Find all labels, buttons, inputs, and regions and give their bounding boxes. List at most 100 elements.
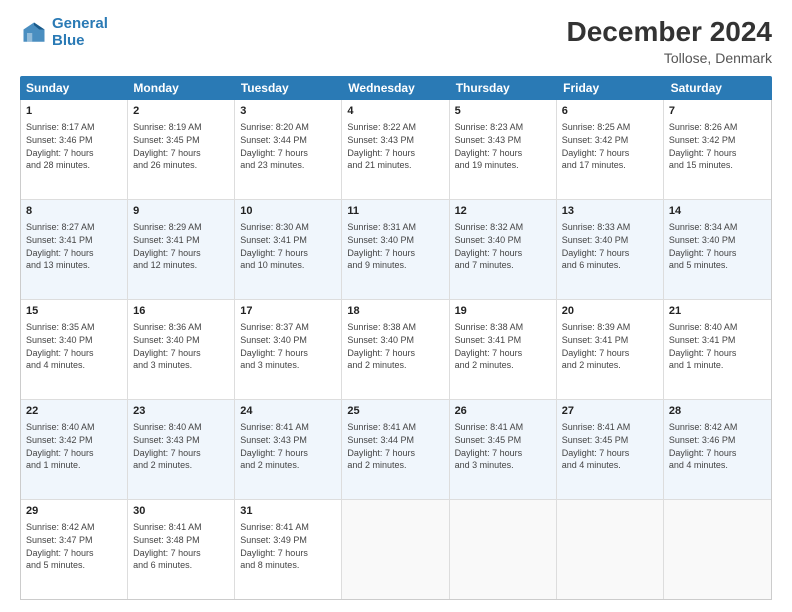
calendar-cell: 31Sunrise: 8:41 AMSunset: 3:49 PMDayligh… — [235, 500, 342, 599]
day-info-line: and 17 minutes. — [562, 159, 658, 172]
day-info-line: and 3 minutes. — [455, 459, 551, 472]
day-number: 26 — [455, 404, 551, 419]
day-info-line: Sunrise: 8:40 AM — [669, 321, 766, 334]
day-info-line: Sunrise: 8:19 AM — [133, 121, 229, 134]
day-info-line: Sunset: 3:42 PM — [562, 134, 658, 147]
day-info-line: Daylight: 7 hours — [455, 347, 551, 360]
calendar-cell: 8Sunrise: 8:27 AMSunset: 3:41 PMDaylight… — [21, 200, 128, 299]
day-info-line: Daylight: 7 hours — [26, 547, 122, 560]
day-info-line: Sunset: 3:48 PM — [133, 534, 229, 547]
location: Tollose, Denmark — [567, 50, 772, 66]
day-info-line: and 10 minutes. — [240, 259, 336, 272]
day-info-line: and 28 minutes. — [26, 159, 122, 172]
day-info-line: and 5 minutes. — [26, 559, 122, 572]
day-number: 30 — [133, 504, 229, 519]
day-info-line: Sunset: 3:47 PM — [26, 534, 122, 547]
day-info-line: and 19 minutes. — [455, 159, 551, 172]
calendar-cell: 29Sunrise: 8:42 AMSunset: 3:47 PMDayligh… — [21, 500, 128, 599]
day-info-line: and 2 minutes. — [347, 459, 443, 472]
day-info-line: Daylight: 7 hours — [347, 347, 443, 360]
calendar-row: 1Sunrise: 8:17 AMSunset: 3:46 PMDaylight… — [21, 100, 771, 200]
weekday-header: Saturday — [665, 76, 772, 100]
logo-text: General Blue — [52, 16, 108, 49]
calendar-body: 1Sunrise: 8:17 AMSunset: 3:46 PMDaylight… — [20, 100, 772, 600]
day-info-line: and 6 minutes. — [133, 559, 229, 572]
day-info-line: Sunset: 3:49 PM — [240, 534, 336, 547]
day-number: 15 — [26, 304, 122, 319]
calendar-cell: 10Sunrise: 8:30 AMSunset: 3:41 PMDayligh… — [235, 200, 342, 299]
calendar-cell — [342, 500, 449, 599]
calendar-cell: 20Sunrise: 8:39 AMSunset: 3:41 PMDayligh… — [557, 300, 664, 399]
day-info-line: Daylight: 7 hours — [669, 447, 766, 460]
calendar: SundayMondayTuesdayWednesdayThursdayFrid… — [20, 76, 772, 600]
day-info-line: and 3 minutes. — [133, 359, 229, 372]
day-info-line: and 2 minutes. — [347, 359, 443, 372]
month-title: December 2024 — [567, 16, 772, 48]
day-number: 7 — [669, 104, 766, 119]
day-info-line: Sunset: 3:40 PM — [669, 234, 766, 247]
calendar-cell: 6Sunrise: 8:25 AMSunset: 3:42 PMDaylight… — [557, 100, 664, 199]
calendar-cell: 25Sunrise: 8:41 AMSunset: 3:44 PMDayligh… — [342, 400, 449, 499]
day-info-line: Sunrise: 8:41 AM — [455, 421, 551, 434]
day-number: 28 — [669, 404, 766, 419]
calendar-row: 8Sunrise: 8:27 AMSunset: 3:41 PMDaylight… — [21, 200, 771, 300]
calendar-cell: 13Sunrise: 8:33 AMSunset: 3:40 PMDayligh… — [557, 200, 664, 299]
day-number: 17 — [240, 304, 336, 319]
day-info-line: Sunset: 3:40 PM — [347, 334, 443, 347]
day-info-line: Daylight: 7 hours — [669, 147, 766, 160]
day-info-line: Sunset: 3:40 PM — [562, 234, 658, 247]
day-info-line: and 6 minutes. — [562, 259, 658, 272]
weekday-header: Tuesday — [235, 76, 342, 100]
day-info-line: Daylight: 7 hours — [240, 547, 336, 560]
day-info-line: Daylight: 7 hours — [669, 347, 766, 360]
day-info-line: Sunset: 3:41 PM — [133, 234, 229, 247]
calendar-cell: 19Sunrise: 8:38 AMSunset: 3:41 PMDayligh… — [450, 300, 557, 399]
day-info-line: Daylight: 7 hours — [240, 447, 336, 460]
day-info-line: Sunset: 3:46 PM — [26, 134, 122, 147]
calendar-cell: 12Sunrise: 8:32 AMSunset: 3:40 PMDayligh… — [450, 200, 557, 299]
day-info-line: Daylight: 7 hours — [240, 247, 336, 260]
day-info-line: Sunrise: 8:26 AM — [669, 121, 766, 134]
calendar-cell: 11Sunrise: 8:31 AMSunset: 3:40 PMDayligh… — [342, 200, 449, 299]
day-info-line: Sunrise: 8:39 AM — [562, 321, 658, 334]
day-info-line: and 2 minutes. — [133, 459, 229, 472]
calendar-row: 29Sunrise: 8:42 AMSunset: 3:47 PMDayligh… — [21, 500, 771, 599]
day-number: 9 — [133, 204, 229, 219]
calendar-cell: 17Sunrise: 8:37 AMSunset: 3:40 PMDayligh… — [235, 300, 342, 399]
day-info-line: and 4 minutes. — [26, 359, 122, 372]
day-info-line: Daylight: 7 hours — [133, 547, 229, 560]
day-info-line: Sunrise: 8:41 AM — [347, 421, 443, 434]
day-number: 21 — [669, 304, 766, 319]
day-info-line: Sunrise: 8:29 AM — [133, 221, 229, 234]
day-info-line: and 13 minutes. — [26, 259, 122, 272]
day-info-line: Sunrise: 8:17 AM — [26, 121, 122, 134]
day-info-line: Sunset: 3:42 PM — [26, 434, 122, 447]
calendar-cell: 9Sunrise: 8:29 AMSunset: 3:41 PMDaylight… — [128, 200, 235, 299]
day-info-line: Sunset: 3:44 PM — [240, 134, 336, 147]
day-info-line: Sunrise: 8:35 AM — [26, 321, 122, 334]
day-info-line: Sunrise: 8:27 AM — [26, 221, 122, 234]
day-number: 3 — [240, 104, 336, 119]
day-info-line: Daylight: 7 hours — [26, 147, 122, 160]
calendar-cell: 4Sunrise: 8:22 AMSunset: 3:43 PMDaylight… — [342, 100, 449, 199]
day-info-line: Sunset: 3:44 PM — [347, 434, 443, 447]
calendar-cell: 16Sunrise: 8:36 AMSunset: 3:40 PMDayligh… — [128, 300, 235, 399]
day-info-line: Sunrise: 8:20 AM — [240, 121, 336, 134]
day-number: 20 — [562, 304, 658, 319]
day-info-line: and 7 minutes. — [455, 259, 551, 272]
day-number: 16 — [133, 304, 229, 319]
day-info-line: and 23 minutes. — [240, 159, 336, 172]
day-info-line: Daylight: 7 hours — [455, 447, 551, 460]
day-number: 10 — [240, 204, 336, 219]
calendar-row: 22Sunrise: 8:40 AMSunset: 3:42 PMDayligh… — [21, 400, 771, 500]
day-info-line: and 2 minutes. — [455, 359, 551, 372]
day-info-line: Sunset: 3:40 PM — [240, 334, 336, 347]
day-number: 24 — [240, 404, 336, 419]
calendar-cell: 7Sunrise: 8:26 AMSunset: 3:42 PMDaylight… — [664, 100, 771, 199]
day-info-line: and 21 minutes. — [347, 159, 443, 172]
day-info-line: Daylight: 7 hours — [26, 347, 122, 360]
day-info-line: Daylight: 7 hours — [26, 247, 122, 260]
day-info-line: Sunset: 3:40 PM — [26, 334, 122, 347]
day-number: 25 — [347, 404, 443, 419]
day-number: 12 — [455, 204, 551, 219]
